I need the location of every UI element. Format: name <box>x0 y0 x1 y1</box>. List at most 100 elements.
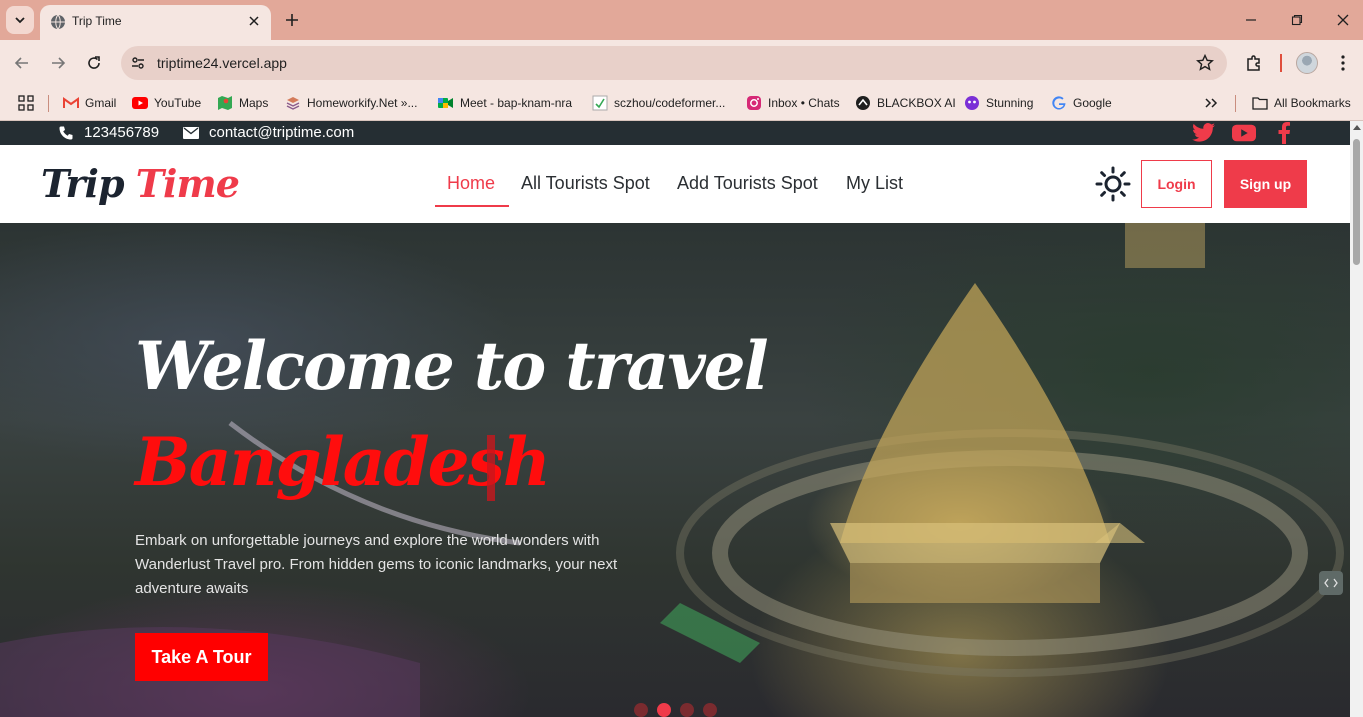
chevron-down-icon <box>15 17 25 24</box>
blackbox-icon <box>855 95 871 111</box>
browser-tab[interactable]: Trip Time <box>40 5 271 40</box>
globe-icon <box>51 14 65 30</box>
slider-dot[interactable] <box>634 703 648 717</box>
facebook-link[interactable] <box>1272 122 1296 144</box>
apps-button[interactable] <box>18 93 34 113</box>
tab-close-button[interactable] <box>245 12 263 30</box>
bookmark-instagram[interactable]: Inbox • Chats <box>746 93 840 113</box>
bookmarks-bar: Gmail YouTube Maps Homeworkify.Net »... … <box>0 86 1363 121</box>
star-icon[interactable] <box>1195 53 1215 73</box>
youtube-link[interactable] <box>1232 122 1256 144</box>
hero-title-line1: Welcome to travel <box>135 327 769 405</box>
phone-number: 123456789 <box>84 124 160 141</box>
url-text: triptime24.vercel.app <box>157 55 287 71</box>
forward-button[interactable] <box>46 51 70 75</box>
nav-add-tourists-spot[interactable]: Add Tourists Spot <box>677 173 818 194</box>
homeworkify-icon <box>285 95 301 111</box>
profile-avatar[interactable] <box>1296 52 1318 74</box>
bookmarks-overflow-button[interactable] <box>1204 93 1218 113</box>
stunning-icon <box>964 95 980 111</box>
nav-all-tourists-spot[interactable]: All Tourists Spot <box>521 173 650 194</box>
browser-tab-strip: Trip Time <box>0 0 1363 40</box>
bookmark-stunning[interactable]: Stunning <box>964 93 1033 113</box>
bookmark-label: YouTube <box>154 96 202 110</box>
bookmark-gmail[interactable]: Gmail <box>63 93 116 113</box>
bookmark-separator <box>48 95 49 112</box>
phone-icon <box>59 126 73 139</box>
active-nav-underline <box>435 205 509 207</box>
hero-banner: Welcome to travel Bangladesh Embark on u… <box>0 223 1350 717</box>
email-contact: contact@triptime.com <box>183 124 354 141</box>
bookmark-label: Google <box>1073 96 1112 110</box>
instagram-icon <box>746 95 762 111</box>
page-scrollbar[interactable] <box>1350 121 1363 717</box>
minimize-icon <box>1246 19 1256 21</box>
logo-trip: Trip <box>41 161 125 206</box>
double-chevron-right-icon <box>1205 98 1218 108</box>
facebook-icon <box>1278 122 1290 144</box>
site-logo[interactable]: Trip Time <box>41 161 240 206</box>
meet-icon <box>438 95 454 111</box>
gmail-icon <box>63 95 79 111</box>
extensions-button[interactable] <box>1243 52 1265 74</box>
close-window-button[interactable] <box>1333 10 1353 30</box>
restore-button[interactable] <box>1287 10 1307 30</box>
all-bookmarks-button[interactable]: All Bookmarks <box>1252 93 1351 113</box>
youtube-icon <box>1232 124 1256 142</box>
restore-icon <box>1291 14 1303 26</box>
bookmark-blackbox[interactable]: BLACKBOX AI <box>855 93 956 113</box>
bookmark-google[interactable]: Google <box>1051 93 1112 113</box>
nav-home[interactable]: Home <box>447 173 495 194</box>
minimize-button[interactable] <box>1241 10 1261 30</box>
chrome-menu-button[interactable] <box>1332 52 1354 74</box>
twitter-link[interactable] <box>1192 122 1216 144</box>
arrow-left-icon <box>14 57 28 69</box>
bookmark-maps[interactable]: Maps <box>217 93 268 113</box>
email-address: contact@triptime.com <box>209 124 355 141</box>
new-tab-button[interactable] <box>282 10 302 30</box>
reload-button[interactable] <box>82 51 106 75</box>
mail-icon <box>183 126 199 139</box>
folder-icon <box>1252 95 1268 111</box>
scrollbar-thumb[interactable] <box>1353 139 1360 265</box>
bookmark-label: Stunning <box>986 96 1034 110</box>
arrow-right-icon <box>52 57 66 69</box>
floating-widget-button[interactable] <box>1319 571 1343 595</box>
reload-icon <box>88 56 100 69</box>
theme-toggle-button[interactable] <box>1094 165 1132 203</box>
contact-topbar: 123456789 contact@triptime.com <box>0 121 1350 145</box>
all-bookmarks-label: All Bookmarks <box>1274 96 1351 110</box>
login-button[interactable]: Login <box>1141 160 1212 208</box>
youtube-icon <box>132 95 148 111</box>
bookmark-meet[interactable]: Meet - bap-knam-nra <box>438 93 572 113</box>
twitter-icon <box>1192 123 1215 142</box>
codeformer-icon <box>592 95 608 111</box>
typing-cursor <box>487 435 495 501</box>
bookmark-label: Gmail <box>85 96 117 110</box>
slider-dot-active[interactable] <box>657 703 671 717</box>
signup-button[interactable]: Sign up <box>1224 160 1307 208</box>
scroll-up-arrow-icon[interactable] <box>1353 125 1361 130</box>
site-settings-icon <box>132 57 144 69</box>
bookmark-codeformer[interactable]: sczhou/codeformer... <box>592 93 725 113</box>
nav-my-list[interactable]: My List <box>846 173 903 194</box>
close-icon <box>1337 14 1349 26</box>
bookmark-label: Homeworkify.Net »... <box>307 96 418 110</box>
bookmark-youtube[interactable]: YouTube <box>132 93 201 113</box>
plus-icon <box>286 14 298 26</box>
browser-toolbar: triptime24.vercel.app <box>0 40 1363 86</box>
bookmark-homeworkify[interactable]: Homeworkify.Net »... <box>285 93 417 113</box>
maps-icon <box>217 95 233 111</box>
take-a-tour-button[interactable]: Take A Tour <box>135 633 268 681</box>
logo-time: Time <box>135 161 240 206</box>
address-bar[interactable]: triptime24.vercel.app <box>121 46 1227 80</box>
slider-dot[interactable] <box>680 703 694 717</box>
tab-search-button[interactable] <box>6 6 34 34</box>
bookmark-label: sczhou/codeformer... <box>614 96 726 110</box>
apps-grid-icon <box>18 95 34 111</box>
code-icon <box>1324 578 1338 588</box>
back-button[interactable] <box>10 51 34 75</box>
slider-dot[interactable] <box>703 703 717 717</box>
google-icon <box>1051 95 1067 111</box>
phone-contact: 123456789 <box>58 124 159 141</box>
